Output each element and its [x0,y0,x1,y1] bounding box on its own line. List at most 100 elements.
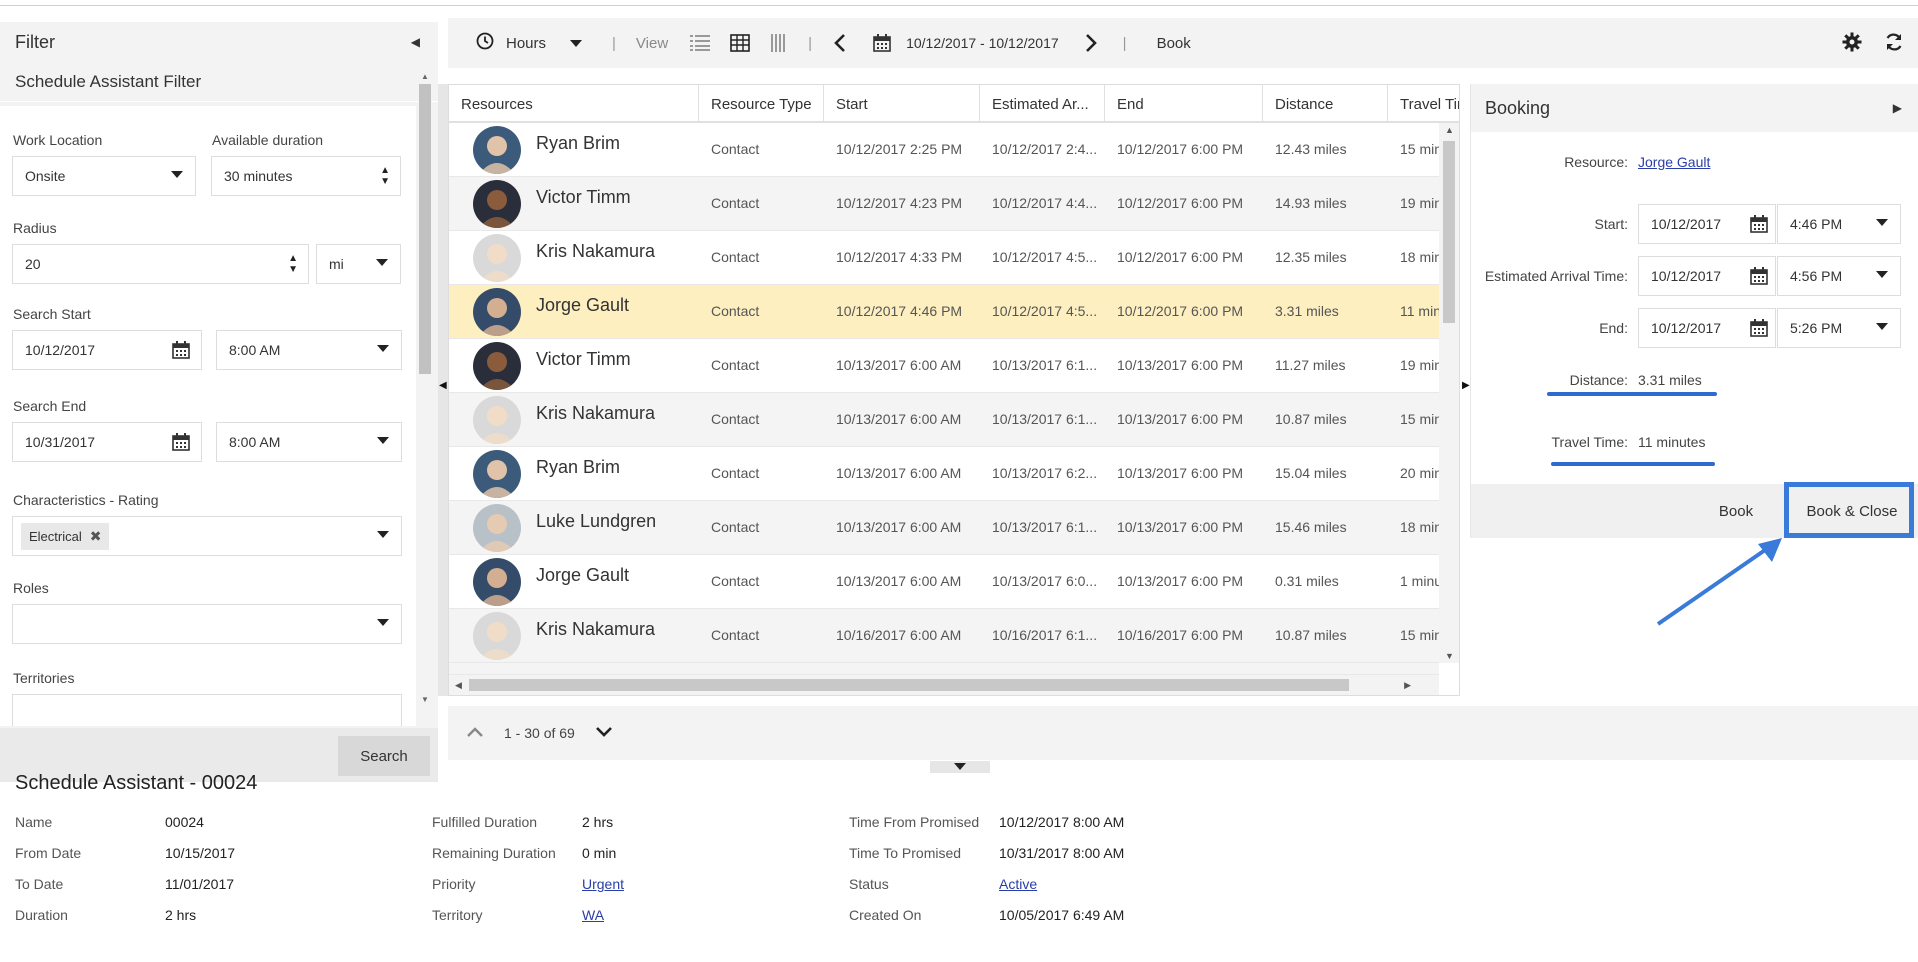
hours-dropdown[interactable]: Hours [476,32,583,54]
calendar-icon[interactable] [1749,266,1769,289]
calendar-icon[interactable] [1749,318,1769,341]
column-view-icon[interactable] [770,34,788,52]
radius-stepper[interactable]: 20 ▲ ▼ [12,244,309,284]
resource-name[interactable]: Ryan Brim [536,457,620,478]
calendar-icon[interactable] [171,432,191,455]
table-row[interactable]: Ryan Brim Contact 10/12/2017 2:25 PM 10/12/… [449,123,1442,177]
page-down-icon[interactable] [595,725,613,741]
refresh-icon[interactable] [1884,32,1904,56]
details-toggle[interactable] [930,761,990,773]
roles-select[interactable] [12,604,402,644]
avatar [473,126,521,174]
resource-name[interactable]: Jorge Gault [536,565,629,586]
table-row[interactable]: Jorge Gault Contact 10/12/2017 4:46 PM 10/1… [449,285,1441,339]
resource-name[interactable]: Victor Timm [536,187,631,208]
left-splitter[interactable]: ◀ [438,84,448,696]
grid-vertical-scrollbar[interactable]: ▲ ▼ [1439,123,1459,663]
book-and-close-highlight [1784,482,1914,538]
collapse-left-icon[interactable]: ◀ [439,380,447,391]
arrival-time-field[interactable]: 4:56 PM [1777,256,1901,296]
search-end-date[interactable]: 10/31/2017 [12,422,202,462]
expand-right-icon[interactable]: ▶ [1893,101,1902,115]
column-header-start[interactable]: Start [824,85,980,123]
spinner-icon[interactable]: ▲ ▼ [380,165,390,187]
resource-name[interactable]: Kris Nakamura [536,241,655,262]
avatar [473,180,521,228]
table-row[interactable]: Ryan Brim Contact 10/13/2017 6:00 AM 10/13/… [449,447,1442,501]
resource-name[interactable]: Ryan Brim [536,133,620,154]
territory-link[interactable]: WA [582,907,604,923]
search-start-time[interactable]: 8:00 AM [216,330,402,370]
column-header-estimated-arrival[interactable]: Estimated Ar... [980,85,1105,123]
table-row[interactable]: Jorge Gault Contact 10/13/2017 6:00 AM 10/1… [449,555,1442,609]
status-link[interactable]: Active [999,876,1037,892]
start-date-field[interactable]: 10/12/2017 [1638,204,1776,244]
close-icon[interactable]: ✖ [90,528,102,545]
scroll-left-icon[interactable]: ◀ [455,680,462,691]
column-header-distance[interactable]: Distance [1263,85,1388,123]
toolbar-book-button[interactable]: Book [1157,35,1191,52]
column-header-end[interactable]: End [1105,85,1263,123]
scroll-down-icon[interactable]: ▼ [1445,651,1454,661]
distance-cell: 15.04 miles [1275,465,1347,481]
table-row[interactable]: Victor Timm Contact 10/12/2017 4:23 PM 10/1… [449,177,1442,231]
page-up-icon[interactable] [466,725,484,741]
scroll-thumb[interactable] [469,679,1349,691]
radius-unit-select[interactable]: mi [316,244,401,284]
resource-name[interactable]: Jorge Gault [536,295,629,316]
table-row[interactable]: Victor Timm Contact 10/13/2017 6:00 AM 10/1… [449,339,1442,393]
arrival-date-field[interactable]: 10/12/2017 [1638,256,1776,296]
resource-name[interactable]: Victor Timm [536,349,631,370]
grid-view-icon[interactable] [730,34,750,52]
available-duration-stepper[interactable]: 30 minutes ▲ ▼ [211,156,401,196]
book-button[interactable]: Book [1691,484,1781,538]
table-row[interactable]: Luke Lundgren Contact 10/13/2017 6:00 AM 10… [449,501,1442,555]
scroll-up-icon[interactable]: ▲ [421,72,429,81]
next-icon[interactable] [1085,34,1097,52]
gear-icon[interactable] [1842,32,1862,56]
scroll-thumb[interactable] [419,84,431,374]
resource-name[interactable]: Luke Lundgren [536,511,656,532]
start-time-field[interactable]: 4:46 PM [1777,204,1901,244]
list-view-icon[interactable] [690,34,711,52]
priority-link[interactable]: Urgent [582,876,624,892]
scroll-up-icon[interactable]: ▲ [1445,125,1454,135]
prev-icon[interactable] [834,34,846,52]
filter-scrollbar[interactable]: ▲ ▼ [418,70,432,706]
column-header-resource-type[interactable]: Resource Type [699,85,824,123]
resource-name[interactable]: Kris Nakamura [536,619,655,640]
search-start-date[interactable]: 10/12/2017 [12,330,202,370]
territories-select[interactable] [12,694,402,726]
resource-label: Resource: [1564,154,1628,170]
expand-right-icon[interactable]: ▶ [1462,380,1470,391]
resource-link[interactable]: Jorge Gault [1638,154,1710,170]
resource-type-cell: Contact [711,195,760,211]
detail-label: Priority [432,876,476,892]
resource-name[interactable]: Kris Nakamura [536,403,655,424]
table-row[interactable] [449,663,1439,675]
scroll-down-icon[interactable]: ▼ [421,695,429,704]
spinner-icon[interactable]: ▲ ▼ [288,253,298,275]
calendar-icon[interactable] [171,340,191,363]
work-location-select[interactable]: Onsite [12,156,196,196]
search-end-time[interactable]: 8:00 AM [216,422,402,462]
chevron-down-icon [1876,323,1888,330]
scroll-right-icon[interactable]: ▶ [1404,680,1411,691]
grid-horizontal-scrollbar[interactable]: ◀ ▶ [449,675,1439,695]
scroll-thumb[interactable] [1443,141,1455,323]
characteristics-select[interactable]: Electrical ✖ [12,516,402,556]
date-range[interactable]: 10/12/2017 - 10/12/2017 [906,35,1059,51]
collapse-left-icon[interactable]: ◀ [411,35,420,49]
end-date-field[interactable]: 10/12/2017 [1638,308,1776,348]
table-row[interactable]: Kris Nakamura Contact 10/13/2017 6:00 AM 10… [449,393,1442,447]
table-row[interactable]: Kris Nakamura Contact 10/12/2017 4:33 PM 10… [449,231,1442,285]
search-button[interactable]: Search [338,736,430,776]
calendar-icon[interactable] [872,33,892,53]
table-row[interactable]: Kris Nakamura Contact 10/16/2017 6:00 AM 10… [449,609,1442,663]
end-time-field[interactable]: 5:26 PM [1777,308,1901,348]
calendar-icon[interactable] [1749,214,1769,237]
column-header-travel-time[interactable]: Travel Tir [1388,85,1459,123]
arrival-cell: 10/12/2017 4:5... [992,249,1098,265]
column-header-resources[interactable]: Resources [449,85,699,123]
right-splitter[interactable]: ▶ [1460,84,1470,696]
